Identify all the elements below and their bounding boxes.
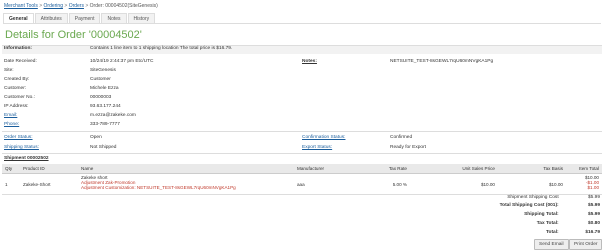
totals-value: $5.99 [587,212,600,217]
tab-general[interactable]: General [3,13,34,23]
confirmation-status-link[interactable]: Confirmation Status: [302,135,345,140]
export-status-link[interactable]: Export Status: [302,145,332,150]
phone-link[interactable]: Phone: [4,122,19,127]
tab-divider [3,23,601,24]
totals-label: Total Shipping Cost (001): [499,203,559,208]
customer-value: Michele Ezza [90,86,119,91]
export-status-value: Ready for Export [390,145,426,150]
created-by-value: Customer [90,77,111,82]
totals-row-total-shipping-cost: Total Shipping Cost (001): $5.99 [419,203,600,209]
totals-row-shipment-shipping-cost: Shipment Shipping Cost $5.99 [419,195,600,201]
order-status-value: Open [90,135,102,140]
row-tax-rate: 5.00 % [392,182,407,187]
tab-bar: General Attributes Payment Notes History [3,13,156,23]
email-link[interactable]: Email: [4,113,17,118]
confirmation-status-value: Confirmed [390,135,413,140]
notes-value: NETSUITE_TEST-8sGEWL7rqU60mNVgKA1Pg [390,59,494,64]
row-item-total-adjustment-2: $1.00 [587,185,600,190]
totals-value: $5.99 [587,203,600,208]
col-name: Name [78,164,294,174]
row-adjustment-customization: Adjustment Customization: NETSUITE_TEST-… [81,185,236,190]
date-received-value: 10/24/19 2:44:37 pm Etc/UTC [90,59,154,64]
row-qty: 1 [5,182,8,187]
send-email-button[interactable]: Send Email [534,239,569,250]
notes-link[interactable]: Notes: [302,59,317,64]
status-divider [2,131,602,132]
totals-row-shipping-total: Shipping Total: $5.99 [419,212,600,218]
totals-label: Shipping Total: [524,212,559,217]
totals-label: Shipment Shipping Cost [507,195,559,200]
row-unit-sales-price: $10.00 [480,182,495,187]
row-item-total-cell: $10.00 -$1.00 $1.00 [566,174,602,192]
shipping-status-link[interactable]: Shipping Status: [4,145,39,150]
created-by-label: Created By: [4,77,30,82]
tab-notes[interactable]: Notes [101,13,127,23]
row-manufacturer: aaa [297,182,305,187]
tab-history[interactable]: History [127,13,156,23]
email-value: m.ezza@zakeke.com [90,113,136,118]
col-unit-sales-price: Unit Sales Price [410,164,498,174]
date-received-label: Date Received: [4,59,37,64]
information-row: Information: Contains 1 line item to 1 s… [4,46,232,52]
totals-label: Tax Total: [536,221,559,226]
breadcrumb-merchant-tools[interactable]: Merchant Tools [4,3,38,9]
phone-value: 333-789-7777 [90,122,120,127]
breadcrumb-orders[interactable]: Orders [69,3,84,9]
col-qty: Qty [2,164,20,174]
totals-value: $0.80 [587,221,600,226]
shipping-status-value: Not Shipped [90,145,117,150]
totals-value: $16.79 [585,230,600,235]
line-items-table: Qty Product ID Name Manufacturer Tax Rat… [2,164,602,191]
order-status-link[interactable]: Order Status: [4,135,33,140]
table-row: 1 Zakeke-Short Zakeke short Adjustment Z… [2,174,602,192]
ip-address-label: IP Address: [4,104,29,109]
print-order-button[interactable]: Print Order [569,239,603,250]
col-item-total: Item Total [566,164,602,174]
site-label: Site: [4,68,14,73]
site-value: SiteGenesis [90,68,116,73]
information-value: Contains 1 line item to 1 shipping locat… [90,46,233,51]
row-name-cell: Zakeke short Adjustment Zak-Promotion Ad… [78,174,294,192]
tab-payment[interactable]: Payment [68,13,101,23]
totals-row-total: Total: $16.79 [419,230,600,236]
breadcrumb: Merchant Tools > Ordering > Orders > Ord… [4,3,158,9]
shipment-divider [2,153,602,154]
totals-value: $5.99 [587,195,600,200]
row-product-id: Zakeke-Short [23,182,51,187]
col-tax-basis: Tax Basis [498,164,566,174]
row-tax-basis: $10.00 [548,182,563,187]
totals-row-tax-total: Tax Total: $0.80 [419,221,600,227]
col-tax-rate: Tax Rate [360,164,410,174]
customer-label: Customer: [4,86,27,91]
col-manufacturer: Manufacturer [294,164,360,174]
breadcrumb-ordering[interactable]: Ordering [44,3,63,9]
customer-number-value: 00000003 [90,95,112,100]
shipment-link[interactable]: Shipment 00002502 [4,156,49,161]
col-product-id: Product ID [20,164,78,174]
page-title: Details for Order '00004502' [5,29,142,41]
totals-label: Total: [545,230,559,235]
tab-attributes[interactable]: Attributes [34,13,68,23]
table-header-row: Qty Product ID Name Manufacturer Tax Rat… [2,164,602,174]
customer-number-label: Customer No.: [4,95,35,100]
information-label: Information: [4,46,32,51]
ip-address-value: 93.63.177.244 [90,104,121,109]
breadcrumb-current: Order: 00004502(SiteGenesis) [89,3,158,9]
